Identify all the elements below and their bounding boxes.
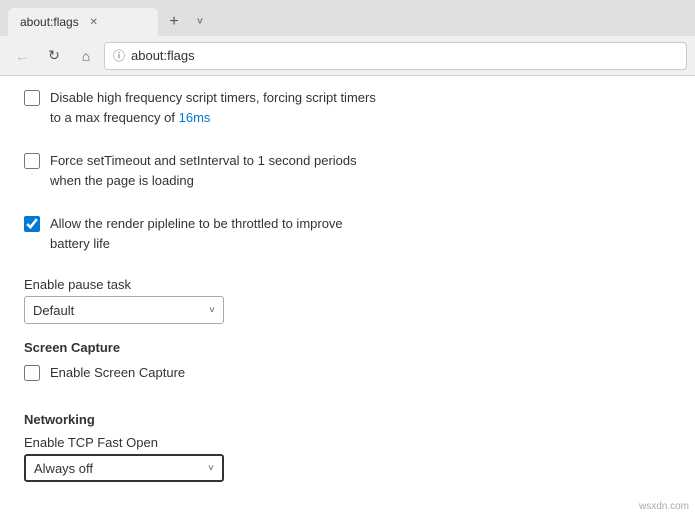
address-info-icon: ⓘ bbox=[113, 47, 125, 64]
address-bar[interactable]: ⓘ about:flags bbox=[104, 42, 687, 70]
checkbox-force-timeout[interactable] bbox=[24, 153, 40, 169]
highlight-16ms: 16ms bbox=[179, 110, 211, 125]
reload-button[interactable]: ↻ bbox=[40, 42, 68, 70]
address-text: about:flags bbox=[131, 48, 195, 63]
content-area: Disable high frequency script timers, fo… bbox=[0, 76, 695, 516]
networking-section: Networking Enable TCP Fast Open Always o… bbox=[24, 412, 671, 482]
browser-window: about:flags ✕ + ˅ ← ↻ ⌂ ⓘ about:flags Di… bbox=[0, 0, 695, 516]
networking-header: Networking bbox=[24, 412, 671, 427]
flag-text-pipeline: Allow the render pipleline to be throttl… bbox=[50, 214, 343, 253]
chevron-down-icon: ˅ bbox=[209, 305, 215, 316]
new-tab-button[interactable]: + bbox=[160, 8, 188, 36]
checkbox-screen-capture-wrap bbox=[24, 365, 40, 384]
back-button[interactable]: ← bbox=[8, 42, 36, 70]
checkbox-pipeline-wrap bbox=[24, 216, 40, 235]
flag-pipeline-line2: battery life bbox=[50, 234, 343, 254]
screen-capture-header: Screen Capture bbox=[24, 340, 671, 355]
flag-pipeline-line1: Allow the render pipleline to be throttl… bbox=[50, 214, 343, 234]
watermark: wsxdn.com bbox=[639, 501, 689, 512]
flag-item-disable-timers: Disable high frequency script timers, fo… bbox=[24, 88, 671, 139]
flag-item-screen-capture: Enable Screen Capture bbox=[24, 363, 671, 396]
flag-text-screen-capture: Enable Screen Capture bbox=[50, 363, 185, 383]
nav-bar: ← ↻ ⌂ ⓘ about:flags bbox=[0, 36, 695, 76]
checkbox-force-timeout-wrap bbox=[24, 153, 40, 172]
checkbox-pipeline[interactable] bbox=[24, 216, 40, 232]
flag-line1: Disable high frequency script timers, fo… bbox=[50, 88, 376, 108]
pause-task-value: Default bbox=[33, 303, 74, 318]
flag-text-disable-timers: Disable high frequency script timers, fo… bbox=[50, 88, 376, 127]
tcp-fast-open-section: Enable TCP Fast Open Always off ˅ bbox=[24, 435, 671, 482]
flag-timeout-line1: Force setTimeout and setInterval to 1 se… bbox=[50, 151, 357, 171]
home-button[interactable]: ⌂ bbox=[72, 42, 100, 70]
flag-line2: to a max frequency of 16ms bbox=[50, 108, 376, 128]
pause-task-dropdown[interactable]: Default ˅ bbox=[24, 296, 224, 324]
pause-task-label: Enable pause task bbox=[24, 277, 671, 292]
flag-item-pipeline: Allow the render pipleline to be throttl… bbox=[24, 214, 671, 265]
tcp-fast-open-value: Always off bbox=[34, 461, 93, 476]
chevron-down-tcp-icon: ˅ bbox=[208, 463, 214, 474]
tcp-fast-open-dropdown[interactable]: Always off ˅ bbox=[24, 454, 224, 482]
tcp-fast-open-label: Enable TCP Fast Open bbox=[24, 435, 671, 450]
checkbox-disable-timers[interactable] bbox=[24, 90, 40, 106]
pause-task-section: Enable pause task Default ˅ bbox=[24, 277, 671, 324]
checkbox-screen-capture[interactable] bbox=[24, 365, 40, 381]
tab-close-button[interactable]: ✕ bbox=[87, 15, 101, 29]
tab-menu-button[interactable]: ˅ bbox=[190, 8, 210, 36]
flag-timeout-line2: when the page is loading bbox=[50, 171, 357, 191]
tab-title: about:flags bbox=[20, 15, 79, 29]
browser-tab[interactable]: about:flags ✕ bbox=[8, 8, 158, 36]
checkbox-disable-timers-wrap bbox=[24, 90, 40, 109]
tab-bar: about:flags ✕ + ˅ bbox=[0, 0, 695, 36]
flag-item-force-timeout: Force setTimeout and setInterval to 1 se… bbox=[24, 151, 671, 202]
flag-text-force-timeout: Force setTimeout and setInterval to 1 se… bbox=[50, 151, 357, 190]
